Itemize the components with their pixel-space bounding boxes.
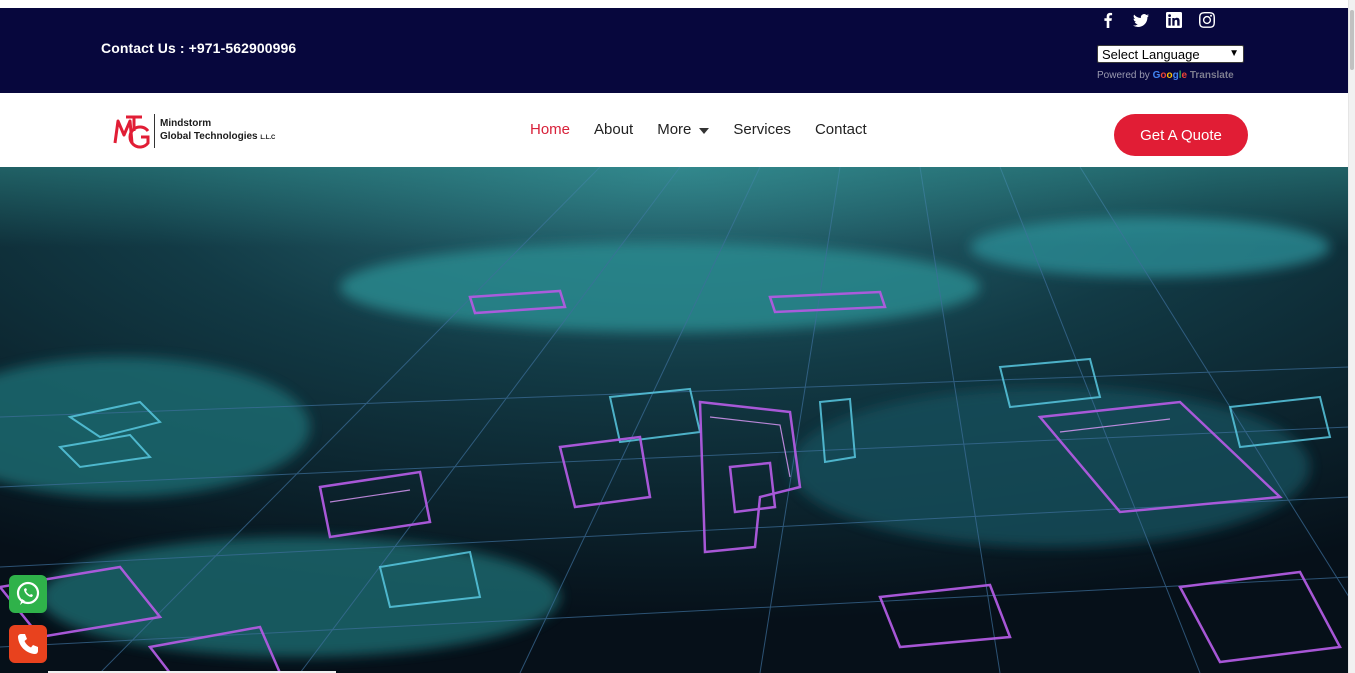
facebook-icon[interactable] <box>1100 12 1116 28</box>
main-navbar: Mindstorm Global Technologies L.L.C Home… <box>0 93 1349 167</box>
language-select[interactable]: Select Language ▼ <box>1097 45 1244 63</box>
logo-line-1: Mindstorm <box>160 118 212 129</box>
language-select-value: Select Language <box>1102 46 1200 62</box>
nav-about[interactable]: About <box>594 121 633 138</box>
linkedin-icon[interactable] <box>1166 12 1182 28</box>
top-bar: Contact Us : +971-562900996 Select Langu… <box>0 0 1349 93</box>
caret-down-icon <box>699 127 710 134</box>
twitter-icon[interactable] <box>1133 12 1149 28</box>
scrollbar-thumb[interactable] <box>1350 10 1354 70</box>
logo-line-2: Global Technologies <box>160 131 258 142</box>
page: Contact Us : +971-562900996 Select Langu… <box>0 0 1355 673</box>
nav-menu: Home About More Services Contact <box>530 121 891 138</box>
logo-llc: L.L.C <box>260 135 276 141</box>
page-scrollbar[interactable] <box>1348 0 1355 673</box>
powered-by-google-translate: Powered by Google Translate <box>1097 70 1234 81</box>
google-logo[interactable]: Google <box>1153 70 1187 81</box>
nav-more-label: More <box>657 121 692 138</box>
whatsapp-button[interactable] <box>9 575 47 613</box>
powered-by-label: Powered by <box>1097 70 1150 81</box>
logo-text: Mindstorm Global Technologies L.L.C <box>160 117 275 145</box>
mgt-logo-icon <box>113 115 150 149</box>
phone-icon <box>18 634 38 654</box>
circuit-board-background <box>0 167 1349 673</box>
nav-home[interactable]: Home <box>530 121 570 138</box>
social-links <box>1100 12 1215 28</box>
contact-phone[interactable]: Contact Us : +971-562900996 <box>101 40 296 56</box>
site-logo[interactable]: Mindstorm Global Technologies L.L.C <box>112 113 275 149</box>
nav-services[interactable]: Services <box>733 121 791 138</box>
nav-contact[interactable]: Contact <box>815 121 867 138</box>
hero-banner-image <box>0 167 1349 673</box>
translate-link[interactable]: Translate <box>1190 70 1234 81</box>
nav-more[interactable]: More <box>657 121 710 138</box>
instagram-icon[interactable] <box>1199 12 1215 28</box>
chevron-down-icon: ▼ <box>1229 48 1239 59</box>
whatsapp-icon <box>16 581 40 605</box>
phone-call-button[interactable] <box>9 625 47 663</box>
logo-separator <box>154 114 155 148</box>
get-a-quote-button[interactable]: Get A Quote <box>1114 114 1248 156</box>
